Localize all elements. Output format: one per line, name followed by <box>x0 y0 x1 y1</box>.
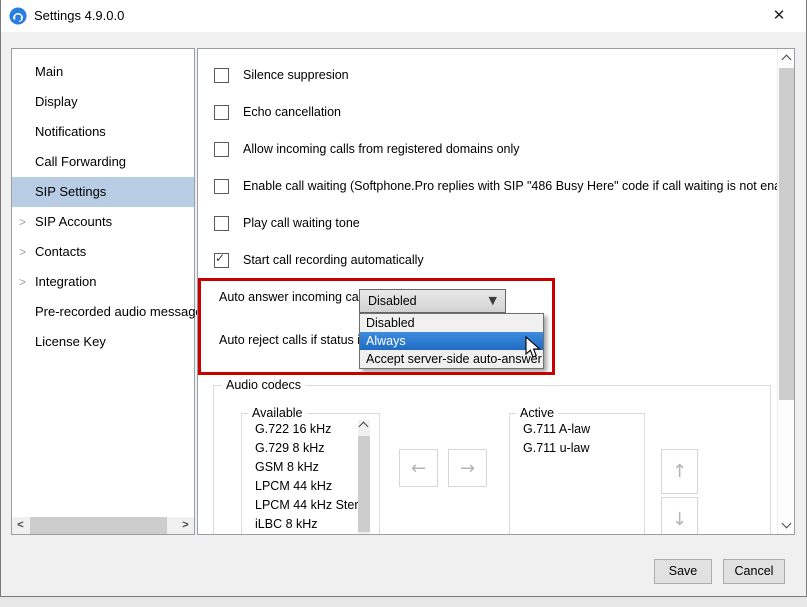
sidebar-item[interactable]: > Call Forwarding <box>12 147 194 177</box>
checkbox-label: Silence suppresion <box>243 68 349 82</box>
available-codecs-list: G.722 16 kHz G.729 8 kHz GSM 8 kHz LPCM … <box>248 420 358 534</box>
sidebar-item[interactable]: > Contacts <box>12 237 194 267</box>
checkbox-group: ✓ Silence suppresion ✓ Echo cancellation… <box>214 65 795 287</box>
checkbox-label: Echo cancellation <box>243 105 341 119</box>
move-down-button[interactable]: ↓ <box>661 497 698 535</box>
scroll-up-icon[interactable] <box>359 422 369 432</box>
checkbox-label: Allow incoming calls from registered dom… <box>243 142 520 156</box>
checkmark-icon: ✓ <box>215 251 225 265</box>
sidebar-item[interactable]: > Integration <box>12 267 194 297</box>
auto-reject-label: Auto reject calls if status is: <box>219 333 370 347</box>
save-button[interactable]: Save <box>654 559 712 584</box>
move-left-button[interactable]: ← <box>399 449 438 487</box>
scroll-up-icon[interactable] <box>778 51 795 68</box>
checkbox-row: ✓ Start call recording automatically <box>214 250 795 270</box>
sidebar-item-label: Integration <box>35 274 96 289</box>
sidebar-item-label: SIP Accounts <box>35 214 112 229</box>
sidebar-item[interactable]: > Notifications <box>12 117 194 147</box>
checkbox-label: Play call waiting tone <box>243 216 360 230</box>
codec-list-item[interactable]: GSM 8 kHz <box>248 458 358 477</box>
audio-codecs-group-label: Audio codecs <box>222 378 305 392</box>
dropdown-arrow-icon: ▼ <box>489 290 497 312</box>
active-codecs-label: Active <box>516 406 558 420</box>
checkbox[interactable]: ✓ <box>214 253 229 268</box>
scroll-down-icon[interactable] <box>778 515 795 532</box>
sidebar-item-label: Notifications <box>35 124 106 139</box>
settings-window: Settings 4.9.0.0 ✕ > Main > Display > No… <box>0 0 807 597</box>
right-arrow-icon: → <box>460 458 475 479</box>
codec-list-item[interactable]: LPCM 44 kHz <box>248 477 358 496</box>
sidebar-item-label: Call Forwarding <box>35 154 126 169</box>
cancel-button[interactable]: Cancel <box>723 559 785 584</box>
sidebar-item-label: Pre-recorded audio messages <box>35 304 209 319</box>
sidebar-horizontal-scrollbar[interactable]: < > <box>12 517 194 534</box>
app-logo-icon <box>9 7 27 25</box>
sidebar-item-label: Display <box>35 94 78 109</box>
move-up-button[interactable]: ↑ <box>661 449 698 494</box>
sidebar-item[interactable]: > SIP Accounts <box>12 207 194 237</box>
chevron-right-icon: > <box>19 267 26 297</box>
checkbox-label: Start call recording automatically <box>243 253 424 267</box>
sidebar: > Main > Display > Notifications > Call … <box>11 48 195 535</box>
available-codecs-label: Available <box>248 406 307 420</box>
chevron-right-icon: > <box>19 237 26 267</box>
up-arrow-icon: ↑ <box>672 461 687 482</box>
dropdown-option[interactable]: Accept server-side auto-answer <box>360 350 543 368</box>
checkbox[interactable]: ✓ <box>214 179 229 194</box>
sip-settings-panel: ✓ Silence suppresion ✓ Echo cancellation… <box>197 48 795 535</box>
sidebar-nav: > Main > Display > Notifications > Call … <box>12 57 194 357</box>
sidebar-item[interactable]: > SIP Settings <box>12 177 194 207</box>
checkbox-row: ✓ Play call waiting tone <box>214 213 795 233</box>
close-icon[interactable]: ✕ <box>762 4 796 28</box>
chevron-right-icon: > <box>19 207 26 237</box>
window-title: Settings 4.9.0.0 <box>34 0 124 31</box>
scrollbar-thumb[interactable] <box>358 436 370 532</box>
codec-list-item[interactable]: G.711 u-law <box>516 439 638 458</box>
titlebar: Settings 4.9.0.0 ✕ <box>1 0 806 32</box>
sidebar-item[interactable]: > License Key <box>12 327 194 357</box>
checkbox-row: ✓ Silence suppresion <box>214 65 795 85</box>
content-vertical-scrollbar[interactable] <box>777 49 794 534</box>
down-arrow-icon: ↓ <box>672 509 687 530</box>
checkbox[interactable]: ✓ <box>214 216 229 231</box>
codec-list-item[interactable]: LPCM 44 kHz Stereo <box>248 496 358 515</box>
checkbox[interactable]: ✓ <box>214 142 229 157</box>
dropdown-option[interactable]: Disabled <box>360 314 543 332</box>
checkbox-row: ✓ Enable call waiting (Softphone.Pro rep… <box>214 176 795 196</box>
sidebar-item[interactable]: > Display <box>12 87 194 117</box>
available-list-scrollbar[interactable] <box>358 420 370 534</box>
scroll-right-icon[interactable]: > <box>177 517 194 534</box>
auto-answer-label: Auto answer incoming call <box>219 290 364 304</box>
left-arrow-icon: ← <box>411 458 426 479</box>
sidebar-item-label: Main <box>35 64 63 79</box>
sidebar-item[interactable]: > Pre-recorded audio messages <box>12 297 194 327</box>
codec-list-item[interactable]: G.711 A-law <box>516 420 638 439</box>
codec-list-item[interactable]: G.722 16 kHz <box>248 420 358 439</box>
sidebar-item[interactable]: > Main <box>12 57 194 87</box>
auto-answer-value: Disabled <box>368 290 417 312</box>
auto-answer-select[interactable]: Disabled ▼ <box>359 289 506 313</box>
checkbox-label: Enable call waiting (Softphone.Pro repli… <box>243 179 795 193</box>
checkbox[interactable]: ✓ <box>214 68 229 83</box>
scrollbar-thumb[interactable] <box>779 68 794 400</box>
sidebar-item-label: Contacts <box>35 244 86 259</box>
active-codecs-list: G.711 A-law G.711 u-law <box>516 420 638 534</box>
scrollbar-thumb[interactable] <box>30 517 167 534</box>
auto-answer-dropdown: Disabled Always Accept server-side auto-… <box>359 313 544 369</box>
move-right-button[interactable]: → <box>448 449 487 487</box>
checkbox-row: ✓ Allow incoming calls from registered d… <box>214 139 795 159</box>
codec-list-item[interactable]: iLBC 8 kHz <box>248 515 358 534</box>
sidebar-item-label: License Key <box>35 334 106 349</box>
scroll-left-icon[interactable]: < <box>12 517 29 534</box>
checkbox-row: ✓ Echo cancellation <box>214 102 795 122</box>
codec-list-item[interactable]: G.729 8 kHz <box>248 439 358 458</box>
checkbox[interactable]: ✓ <box>214 105 229 120</box>
sidebar-item-label: SIP Settings <box>35 184 106 199</box>
dropdown-option[interactable]: Always <box>360 332 543 350</box>
